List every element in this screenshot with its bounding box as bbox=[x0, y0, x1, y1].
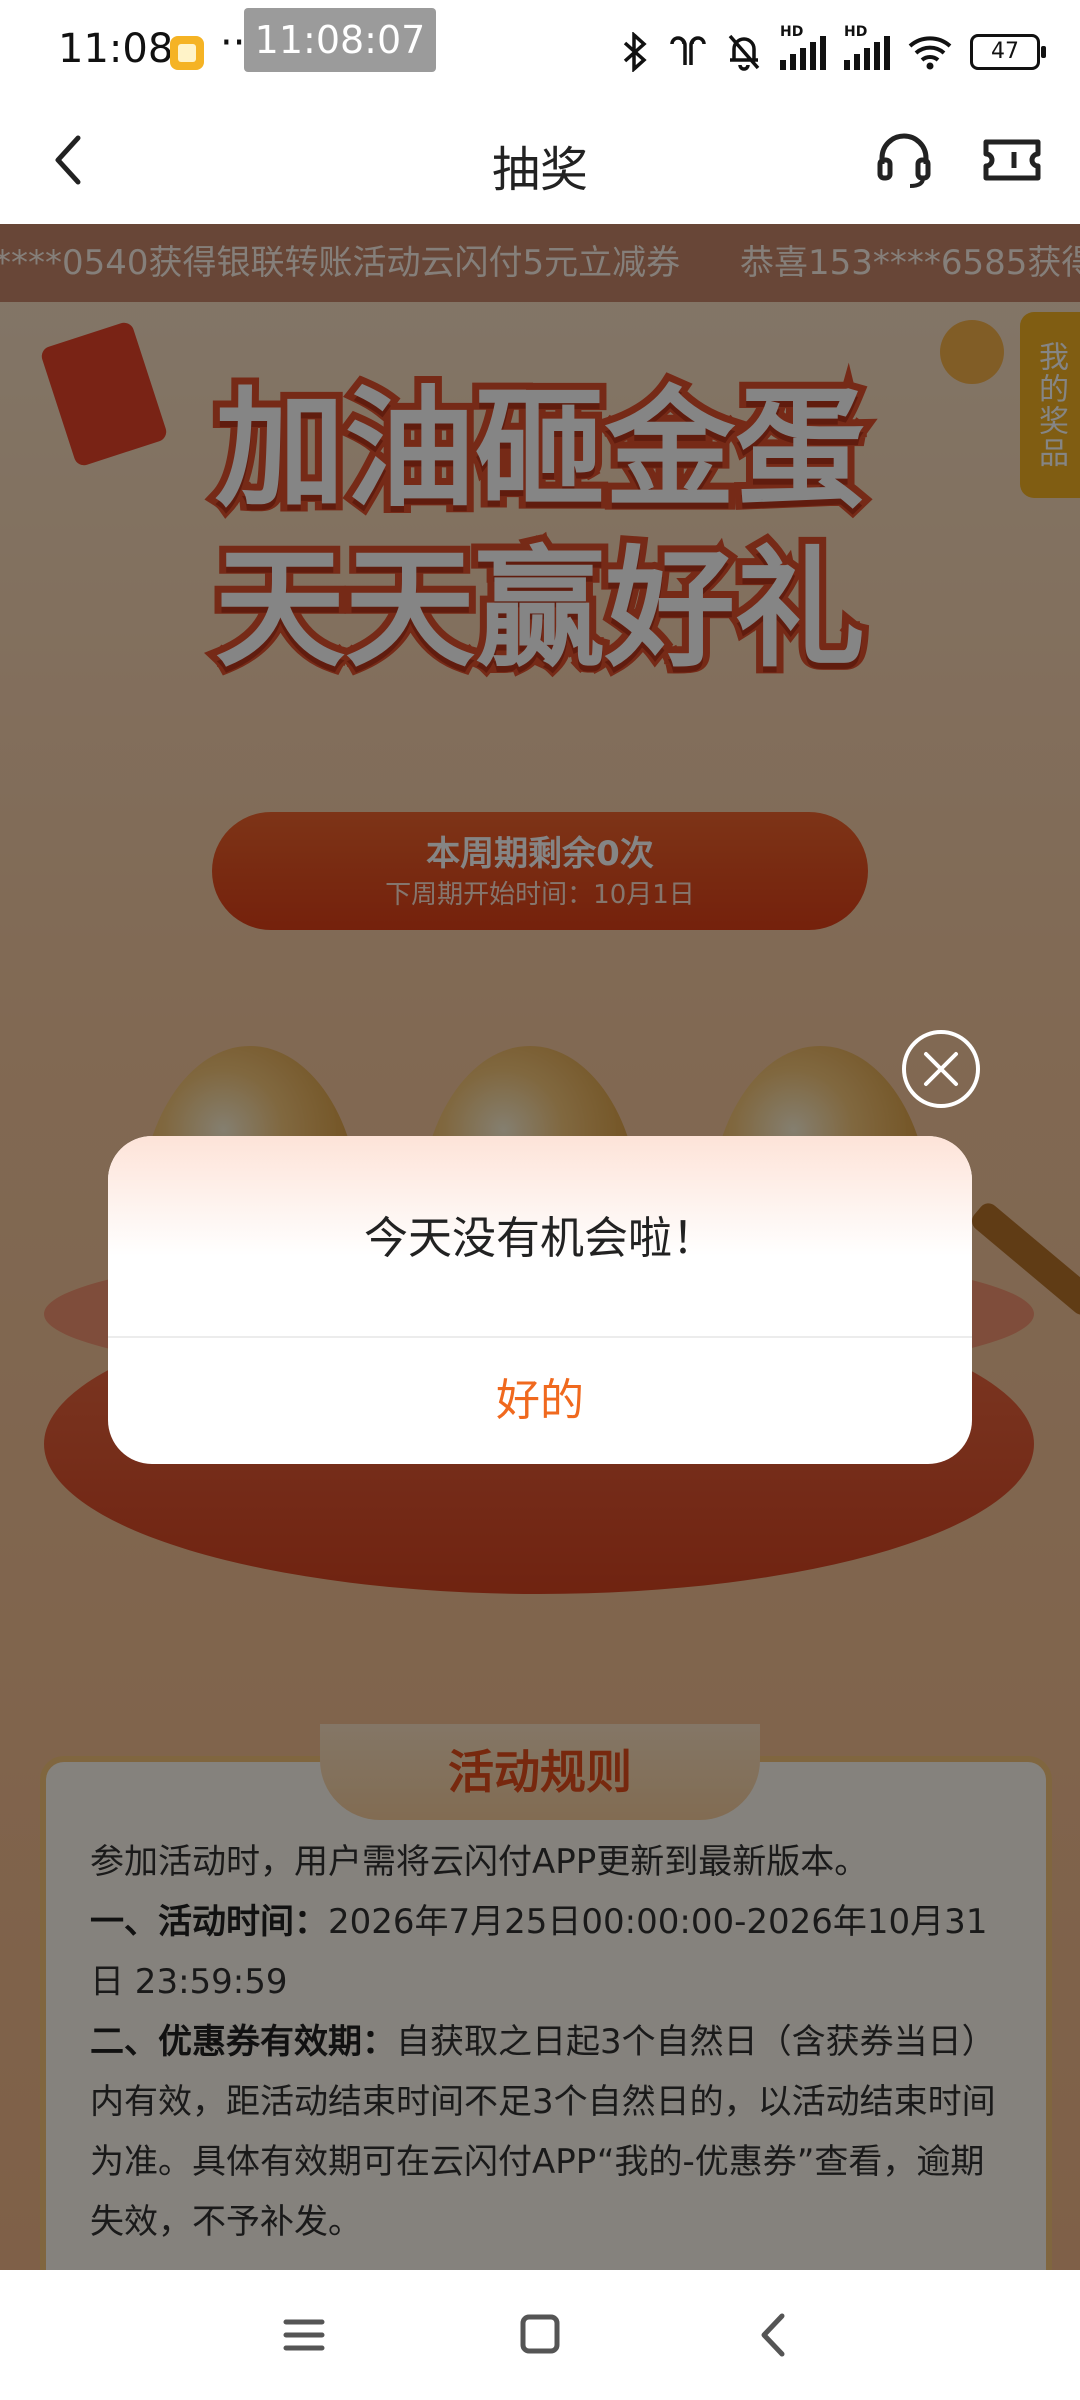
app-header: 抽奖 bbox=[0, 100, 1080, 224]
no-chance-dialog: 今天没有机会啦！ 好的 bbox=[108, 1136, 972, 1464]
menu-icon[interactable] bbox=[274, 2310, 334, 2360]
battery-icon: 47 bbox=[970, 34, 1046, 70]
dialog-message: 今天没有机会啦！ bbox=[364, 1213, 716, 1264]
notification-app-icon bbox=[170, 36, 204, 70]
back-icon[interactable] bbox=[744, 2310, 804, 2360]
status-icons: HD HD 47 bbox=[620, 24, 1046, 74]
wifi-icon bbox=[908, 36, 952, 70]
customer-service-icon[interactable] bbox=[874, 130, 934, 190]
system-nav-bar bbox=[0, 2270, 1080, 2400]
status-time: 11:08 bbox=[58, 26, 174, 72]
status-bar: 11:08 ··· 11:08:07 HD HD 47 bbox=[0, 0, 1080, 100]
bluetooth-icon bbox=[623, 32, 647, 72]
signal-icon-2: HD bbox=[844, 24, 890, 70]
home-icon[interactable] bbox=[510, 2310, 570, 2360]
earbuds-icon bbox=[670, 36, 706, 65]
coupon-icon[interactable] bbox=[980, 130, 1044, 190]
ok-button[interactable]: 好的 bbox=[108, 1338, 972, 1464]
signal-icon-1: HD bbox=[780, 24, 826, 70]
mute-bell-icon bbox=[728, 34, 760, 71]
close-icon[interactable] bbox=[902, 1030, 980, 1108]
clock-overlay: 11:08:07 bbox=[244, 8, 436, 72]
